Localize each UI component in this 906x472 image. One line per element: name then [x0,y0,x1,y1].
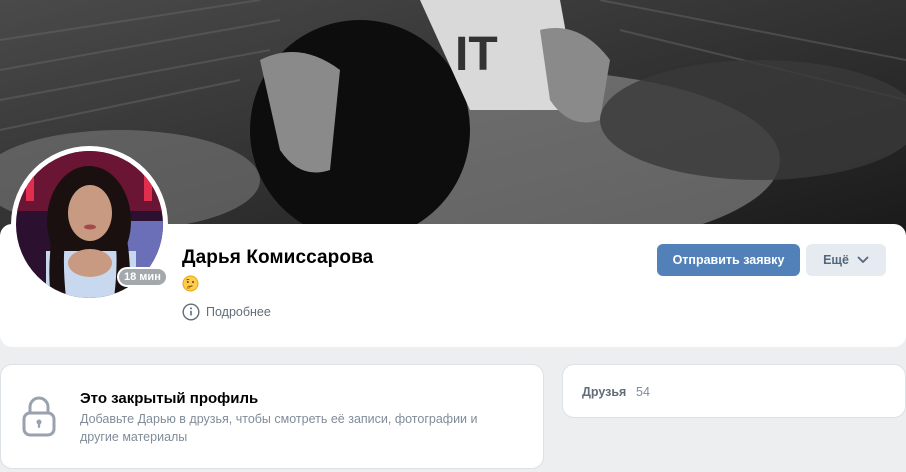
profile-name: Дарья Комиссарова [182,247,374,268]
online-status-badge: 18 мин [117,267,168,287]
svg-text:IT: IT [455,28,498,81]
more-label: Ещё [823,253,849,267]
friends-count: 54 [636,385,650,399]
details-label: Подробнее [206,305,271,319]
thinking-face-icon [182,275,199,292]
online-time-label: 18 мин [119,269,166,285]
chevron-down-icon [857,256,869,263]
closed-profile-panel: Это закрытый профиль Добавьте Дарью в др… [0,364,544,469]
friends-panel[interactable]: Друзья 54 [562,364,906,418]
more-button[interactable]: Ещё [806,244,886,276]
info-icon [182,303,200,321]
friends-label: Друзья [582,385,627,399]
profile-details-link[interactable]: Подробнее [182,303,271,321]
lock-icon [22,396,56,437]
send-request-button[interactable]: Отправить заявку [657,244,800,276]
closed-profile-description: Добавьте Дарью в друзья, чтобы смотреть … [80,412,478,444]
closed-profile-title: Это закрытый профиль [80,390,259,407]
